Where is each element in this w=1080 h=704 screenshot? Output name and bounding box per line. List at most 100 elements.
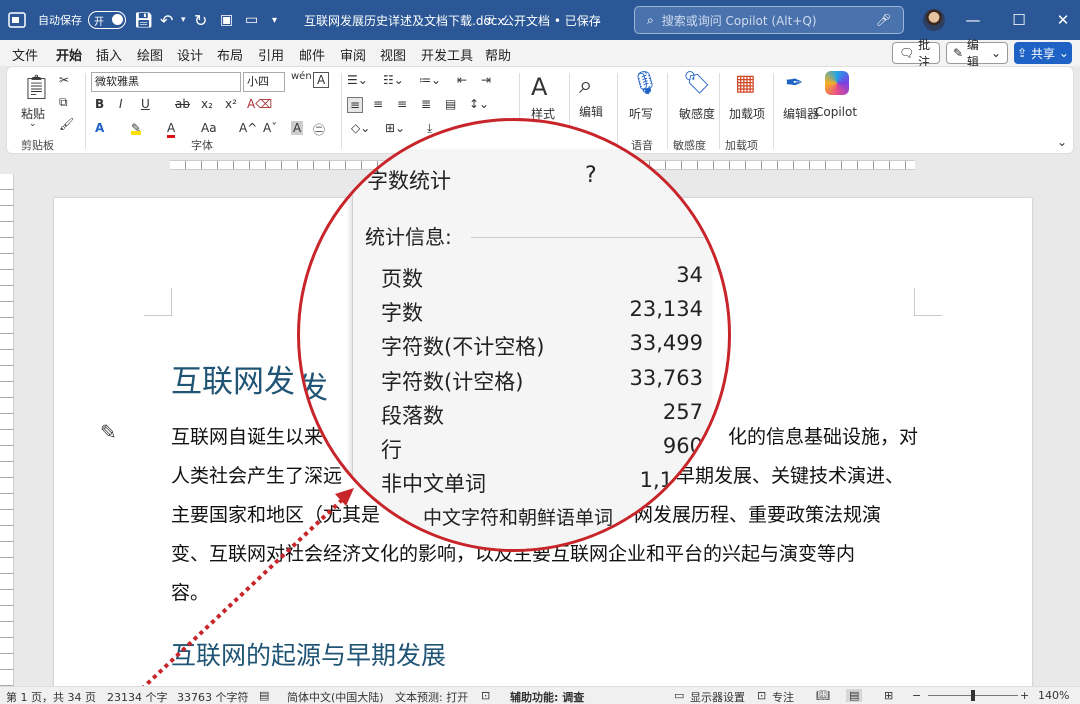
clear-format-icon[interactable]: A⌫ bbox=[247, 97, 272, 111]
addins-icon[interactable]: ▦ bbox=[735, 71, 756, 96]
align-center-icon[interactable]: ≡ bbox=[373, 97, 383, 111]
word-app-icon[interactable] bbox=[8, 0, 26, 40]
editing-button[interactable]: 编辑 bbox=[579, 103, 603, 120]
tab-mailings[interactable]: 邮件 bbox=[299, 45, 325, 64]
font-name-combo[interactable]: 微软雅黑 bbox=[91, 72, 241, 92]
tab-layout[interactable]: 布局 bbox=[217, 45, 243, 64]
sensitivity-icon[interactable]: 🏷︎ bbox=[683, 71, 711, 96]
char-shading-icon[interactable]: A bbox=[291, 121, 304, 135]
microphone-icon[interactable]: 🎤︎ bbox=[876, 13, 891, 27]
align-left-icon[interactable]: ≡ bbox=[347, 97, 364, 113]
tab-view[interactable]: 视图 bbox=[380, 45, 406, 64]
text-effects-icon[interactable]: A bbox=[95, 121, 104, 135]
security-status[interactable]: 公开文档 • 已保存 bbox=[502, 0, 601, 40]
multilevel-list-icon[interactable]: ≔⌄ bbox=[419, 73, 441, 87]
text-prediction[interactable]: 文本预测: 打开 bbox=[395, 689, 468, 704]
undo-dropdown-icon[interactable]: ▾ bbox=[181, 0, 186, 40]
tab-references[interactable]: 引用 bbox=[258, 45, 284, 64]
maximize-icon[interactable]: ☐ bbox=[996, 0, 1042, 40]
copilot-draft-icon[interactable]: ✎ bbox=[100, 420, 117, 444]
copilot-button[interactable]: Copilot bbox=[815, 105, 857, 119]
shrink-font-icon[interactable]: Aˇ bbox=[263, 121, 277, 135]
bullets-icon[interactable]: ☰⌄ bbox=[347, 73, 368, 87]
zoom-level[interactable]: 140% bbox=[1038, 689, 1069, 702]
display-settings-icon[interactable]: ▭ bbox=[674, 689, 684, 702]
section-heading[interactable]: 互联网的起源与早期发展 bbox=[171, 636, 446, 672]
increase-indent-icon[interactable]: ⇥ bbox=[481, 73, 491, 87]
change-case-icon[interactable]: Aa bbox=[201, 121, 217, 135]
comment-button[interactable]: 🗨︎ 批注 bbox=[892, 38, 940, 69]
tab-file[interactable]: 文件 bbox=[12, 45, 38, 64]
paragraph-line[interactable]: 互联网自诞生以来 bbox=[171, 418, 323, 457]
customize-qat-icon[interactable]: ▾ bbox=[272, 0, 277, 40]
underline-icon[interactable]: U bbox=[141, 97, 150, 111]
accessibility-status[interactable]: 辅助功能: 调查 bbox=[510, 689, 584, 704]
cut-icon[interactable]: ✂ bbox=[59, 73, 69, 87]
paste-dropdown-icon[interactable]: ⌄ bbox=[29, 119, 37, 129]
italic-icon[interactable]: I bbox=[119, 97, 123, 111]
tab-insert[interactable]: 插入 bbox=[96, 45, 122, 64]
tab-help[interactable]: 帮助 bbox=[485, 45, 511, 64]
macro-icon[interactable]: ⊡ bbox=[481, 689, 490, 702]
word-count[interactable]: 23134 个字 bbox=[107, 689, 168, 704]
avatar[interactable] bbox=[923, 9, 945, 31]
paragraph-line[interactable]: 主要国家和地区（尤其是 bbox=[171, 496, 380, 535]
redo-icon[interactable]: ↻ bbox=[194, 0, 207, 40]
superscript-icon[interactable]: x² bbox=[225, 97, 237, 111]
editor-button[interactable]: 编辑器 bbox=[783, 105, 819, 122]
read-mode-icon[interactable]: 📖︎ bbox=[816, 689, 830, 702]
addins-button[interactable]: 加载项 bbox=[729, 105, 765, 122]
tab-review[interactable]: 审阅 bbox=[340, 45, 366, 64]
font-size-combo[interactable]: 小四 bbox=[243, 72, 285, 92]
paragraph-line-right[interactable]: 化的信息基础设施，对 bbox=[728, 418, 918, 457]
focus-mode[interactable]: 专注 bbox=[772, 689, 794, 704]
bold-icon[interactable]: B bbox=[95, 97, 104, 111]
minimize-icon[interactable]: — bbox=[950, 0, 996, 40]
microphone-icon[interactable]: 🎙︎ bbox=[631, 71, 659, 96]
close-icon[interactable]: ✕ bbox=[1040, 0, 1080, 40]
editing-mode-button[interactable]: ✎ 编辑 ⌄ bbox=[946, 38, 1008, 69]
tab-home[interactable]: 开始 bbox=[56, 45, 83, 69]
distributed-icon[interactable]: ▤ bbox=[445, 97, 456, 111]
zoom-slider-thumb[interactable] bbox=[971, 690, 975, 701]
tab-developer[interactable]: 开发工具 bbox=[421, 45, 473, 64]
font-color-icon[interactable]: A bbox=[167, 121, 176, 138]
web-layout-icon[interactable]: ⊞ bbox=[884, 689, 893, 702]
document-heading[interactable]: 互联网发 bbox=[171, 356, 295, 401]
borders-icon[interactable]: ⊞⌄ bbox=[385, 121, 405, 135]
grow-font-icon[interactable]: A^ bbox=[239, 121, 257, 135]
format-painter-icon[interactable]: 🖌︎ bbox=[59, 117, 74, 131]
display-settings[interactable]: 显示器设置 bbox=[690, 689, 745, 704]
autosave-toggle[interactable]: 开 bbox=[88, 11, 126, 29]
page-count[interactable]: 第 1 页，共 34 页 bbox=[6, 689, 96, 704]
find-icon[interactable]: ⌕ bbox=[579, 71, 592, 99]
paste-icon[interactable]: 📋︎ bbox=[21, 73, 51, 101]
line-spacing-icon[interactable]: ↕⌄ bbox=[469, 97, 489, 111]
char-border-icon[interactable]: A bbox=[313, 72, 330, 88]
undo-icon[interactable]: ↶ bbox=[160, 0, 173, 40]
format-painter-icon[interactable]: ▣ bbox=[220, 0, 233, 40]
copy-icon[interactable]: ⧉ bbox=[59, 95, 68, 110]
zoom-out-icon[interactable]: − bbox=[912, 689, 921, 702]
vertical-ruler[interactable] bbox=[0, 174, 14, 686]
present-icon[interactable]: ▭ bbox=[245, 0, 258, 40]
paragraph-line[interactable]: 人类社会产生了深远 bbox=[171, 457, 342, 496]
focus-icon[interactable]: ⊡ bbox=[757, 689, 766, 702]
help-icon[interactable]: ? bbox=[585, 163, 597, 188]
dictate-button[interactable]: 听写 bbox=[629, 105, 653, 122]
save-icon[interactable]: 💾︎ bbox=[134, 0, 153, 40]
styles-icon[interactable]: A bbox=[531, 73, 547, 101]
tab-draw[interactable]: 绘图 bbox=[137, 45, 163, 64]
proofing-icon[interactable]: ▤ bbox=[259, 689, 269, 702]
chevron-down-icon[interactable]: ⌄ bbox=[594, 0, 602, 40]
close-icon[interactable]: ✕ bbox=[661, 163, 679, 188]
print-layout-icon[interactable]: ▤ bbox=[846, 689, 863, 702]
search-input[interactable]: ⌕ 搜索或询问 Copilot (Alt+Q) 🎤︎ bbox=[634, 6, 904, 34]
tab-design[interactable]: 设计 bbox=[177, 45, 203, 64]
justify-icon[interactable]: ≣ bbox=[421, 97, 431, 111]
strikethrough-icon[interactable]: ab bbox=[175, 97, 190, 111]
highlight-icon[interactable]: ✎ bbox=[131, 121, 142, 135]
align-right-icon[interactable]: ≡ bbox=[397, 97, 407, 111]
collapse-ribbon-icon[interactable]: ⌄ bbox=[1057, 135, 1067, 149]
char-count[interactable]: 33763 个字符 bbox=[177, 689, 249, 704]
